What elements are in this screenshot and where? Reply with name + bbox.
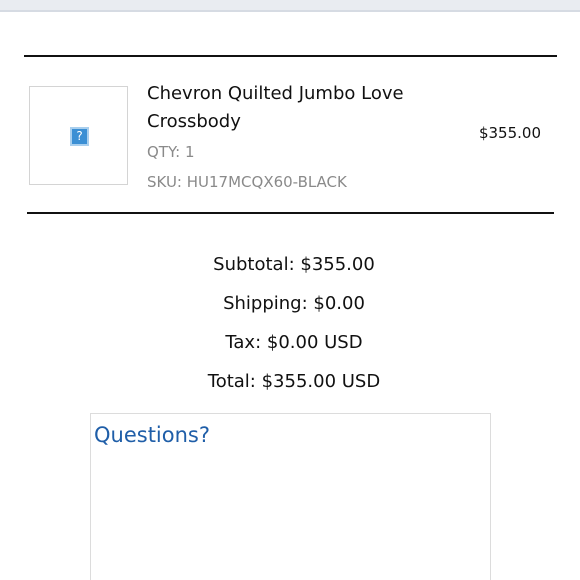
divider-bottom bbox=[27, 212, 554, 214]
product-quantity: QTY: 1 bbox=[147, 143, 195, 161]
order-totals: Subtotal: $355.00 Shipping: $0.00 Tax: $… bbox=[0, 245, 580, 401]
tax-line: Tax: $0.00 USD bbox=[225, 332, 363, 353]
subtotal-line: Subtotal: $355.00 bbox=[213, 254, 375, 275]
total-line: Total: $355.00 USD bbox=[207, 371, 381, 392]
product-price: $355.00 bbox=[478, 124, 541, 142]
product-name[interactable]: Chevron Quilted Jumbo Love Crossbody bbox=[147, 80, 447, 136]
order-summary-page: ? Chevron Quilted Jumbo Love Crossbody Q… bbox=[0, 0, 580, 580]
product-sku: SKU: HU17MCQX60-BLACK bbox=[147, 173, 347, 191]
product-thumbnail[interactable]: ? bbox=[29, 86, 128, 185]
questions-heading: Questions? bbox=[94, 423, 211, 447]
divider-top bbox=[24, 55, 557, 57]
broken-image-icon: ? bbox=[70, 127, 89, 146]
shipping-line: Shipping: $0.00 bbox=[223, 293, 365, 314]
top-bar bbox=[0, 0, 580, 12]
questions-panel: Questions? bbox=[90, 413, 491, 580]
